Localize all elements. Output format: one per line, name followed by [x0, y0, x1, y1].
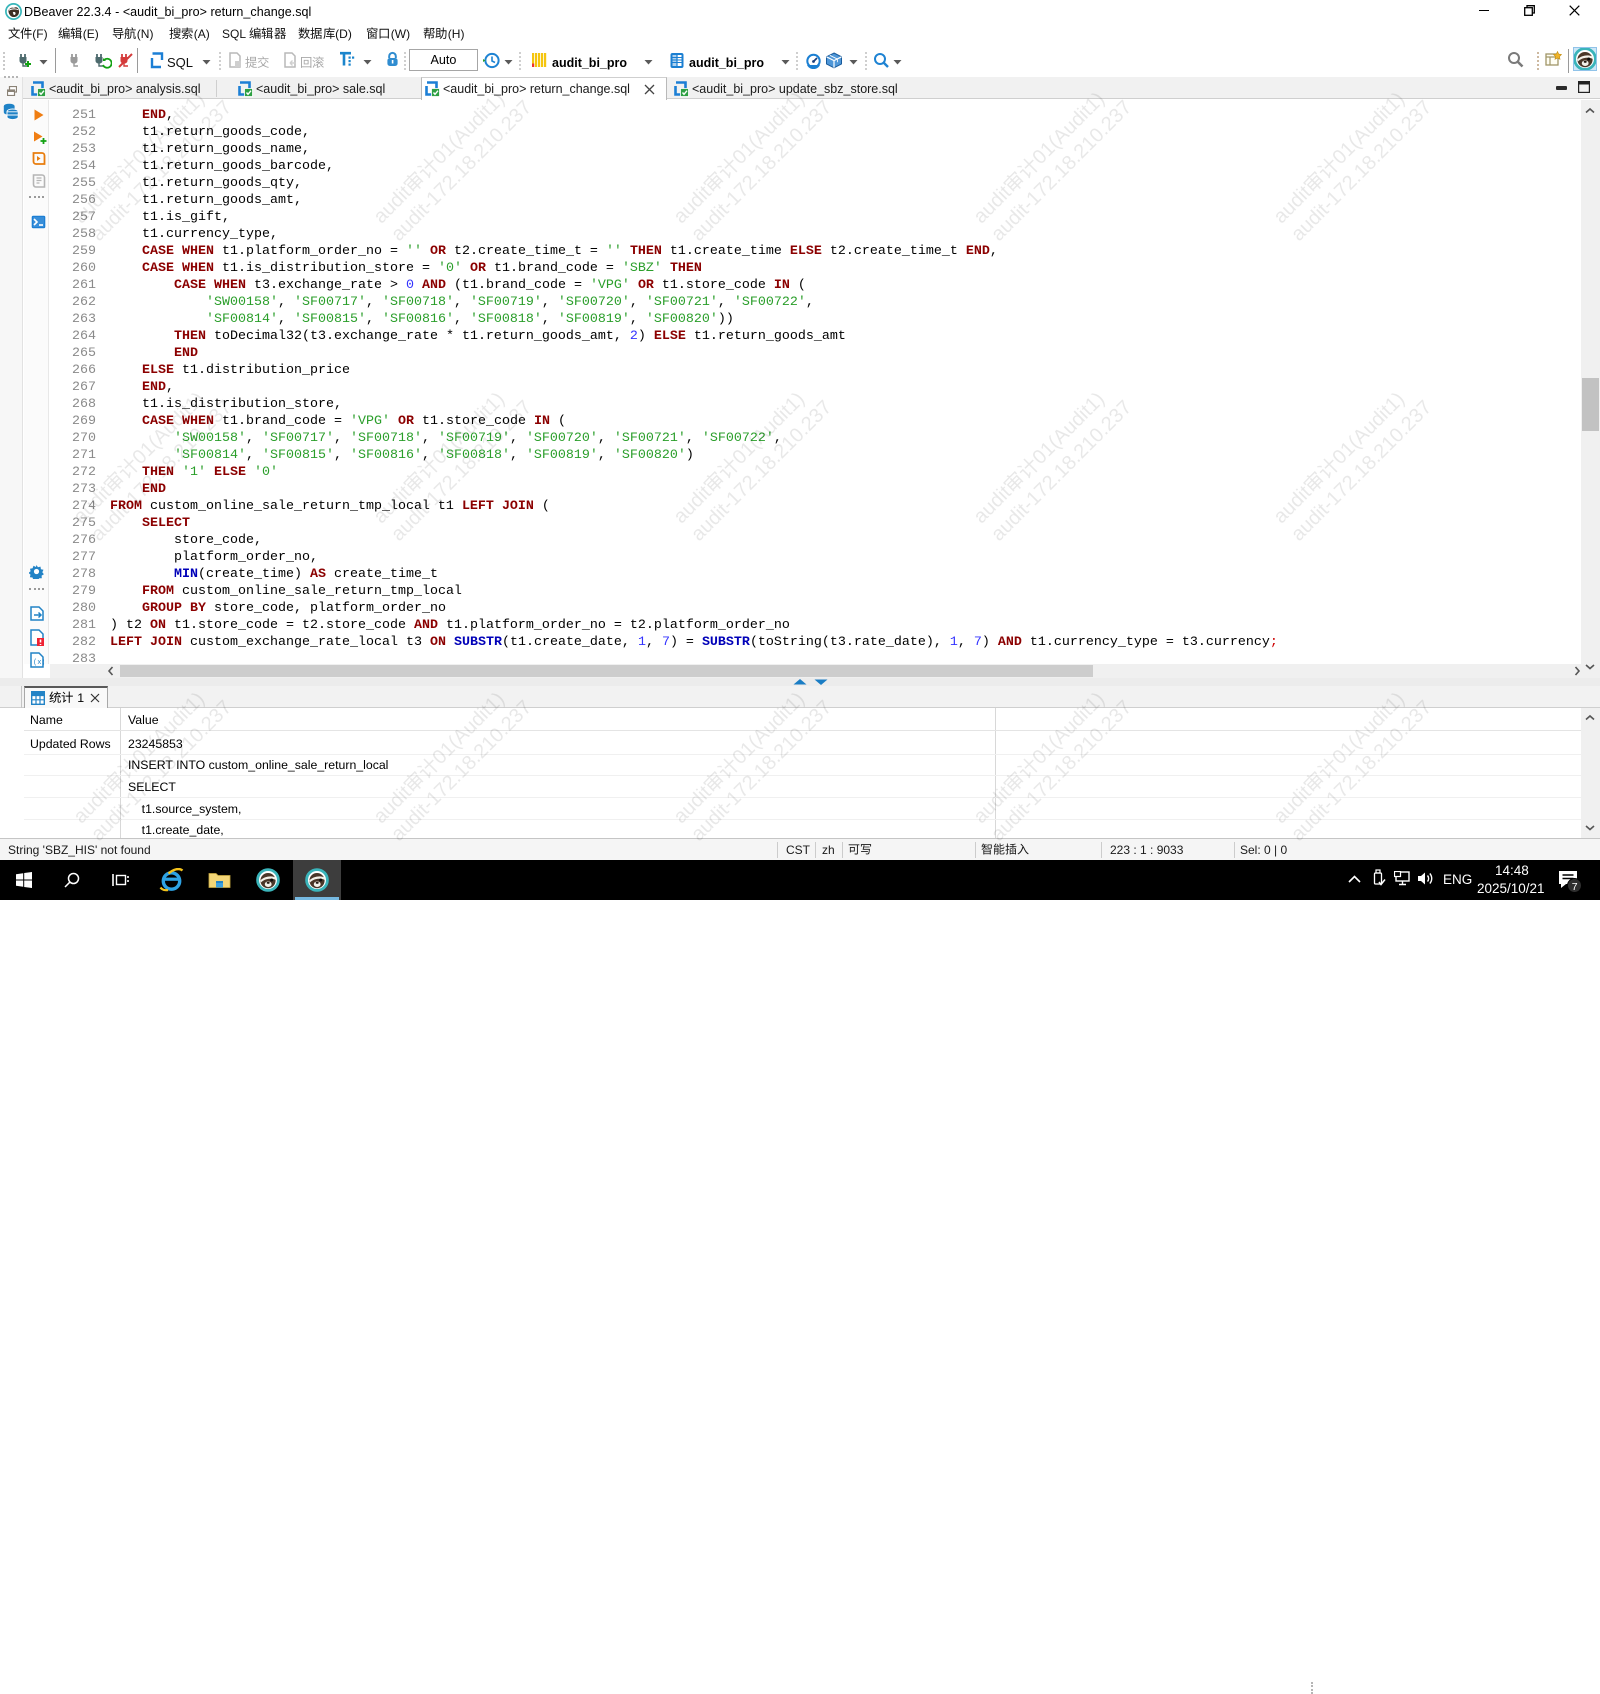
- svg-text:7: 7: [1572, 881, 1578, 893]
- svg-text:(x): (x): [33, 659, 44, 667]
